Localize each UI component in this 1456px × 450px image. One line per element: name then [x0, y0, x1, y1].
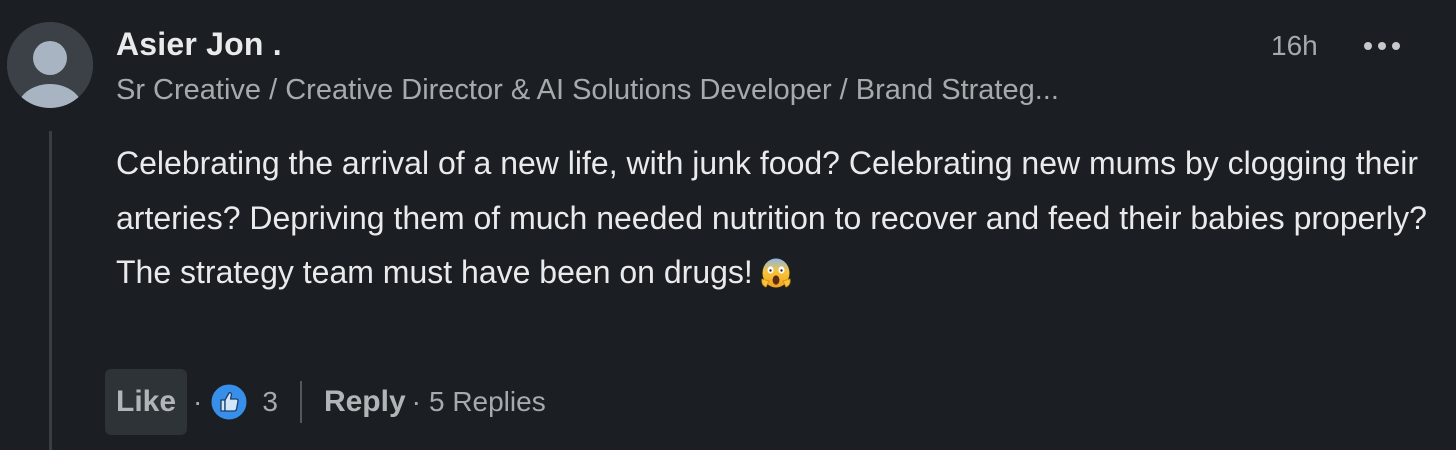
face-screaming-in-fear-icon — [761, 258, 791, 288]
separator-dot: · — [193, 386, 203, 417]
avatar[interactable] — [7, 22, 93, 108]
more-options-icon[interactable] — [1362, 36, 1402, 56]
timestamp: 16h — [1271, 30, 1318, 61]
like-button[interactable]: Like — [105, 369, 188, 435]
thread-line — [49, 131, 52, 450]
separator-dot: · — [411, 386, 421, 417]
reply-button[interactable]: Reply — [324, 385, 406, 419]
author-headline: Sr Creative / Creative Director & AI Sol… — [116, 74, 1059, 106]
default-avatar-icon — [7, 22, 93, 108]
comment-body: Celebrating the arrival of a new life, w… — [116, 136, 1436, 300]
comment: Asier Jon . Sr Creative / Creative Direc… — [0, 0, 1456, 450]
comment-actions: Like · 3 Reply · 5 Replies — [105, 369, 546, 435]
action-divider — [299, 381, 302, 423]
replies-count-link[interactable]: 5 Replies — [429, 386, 546, 418]
thumbs-up-like-icon[interactable] — [210, 383, 248, 421]
reaction-count[interactable]: 3 — [262, 386, 278, 418]
author-name[interactable]: Asier Jon . — [116, 26, 282, 63]
